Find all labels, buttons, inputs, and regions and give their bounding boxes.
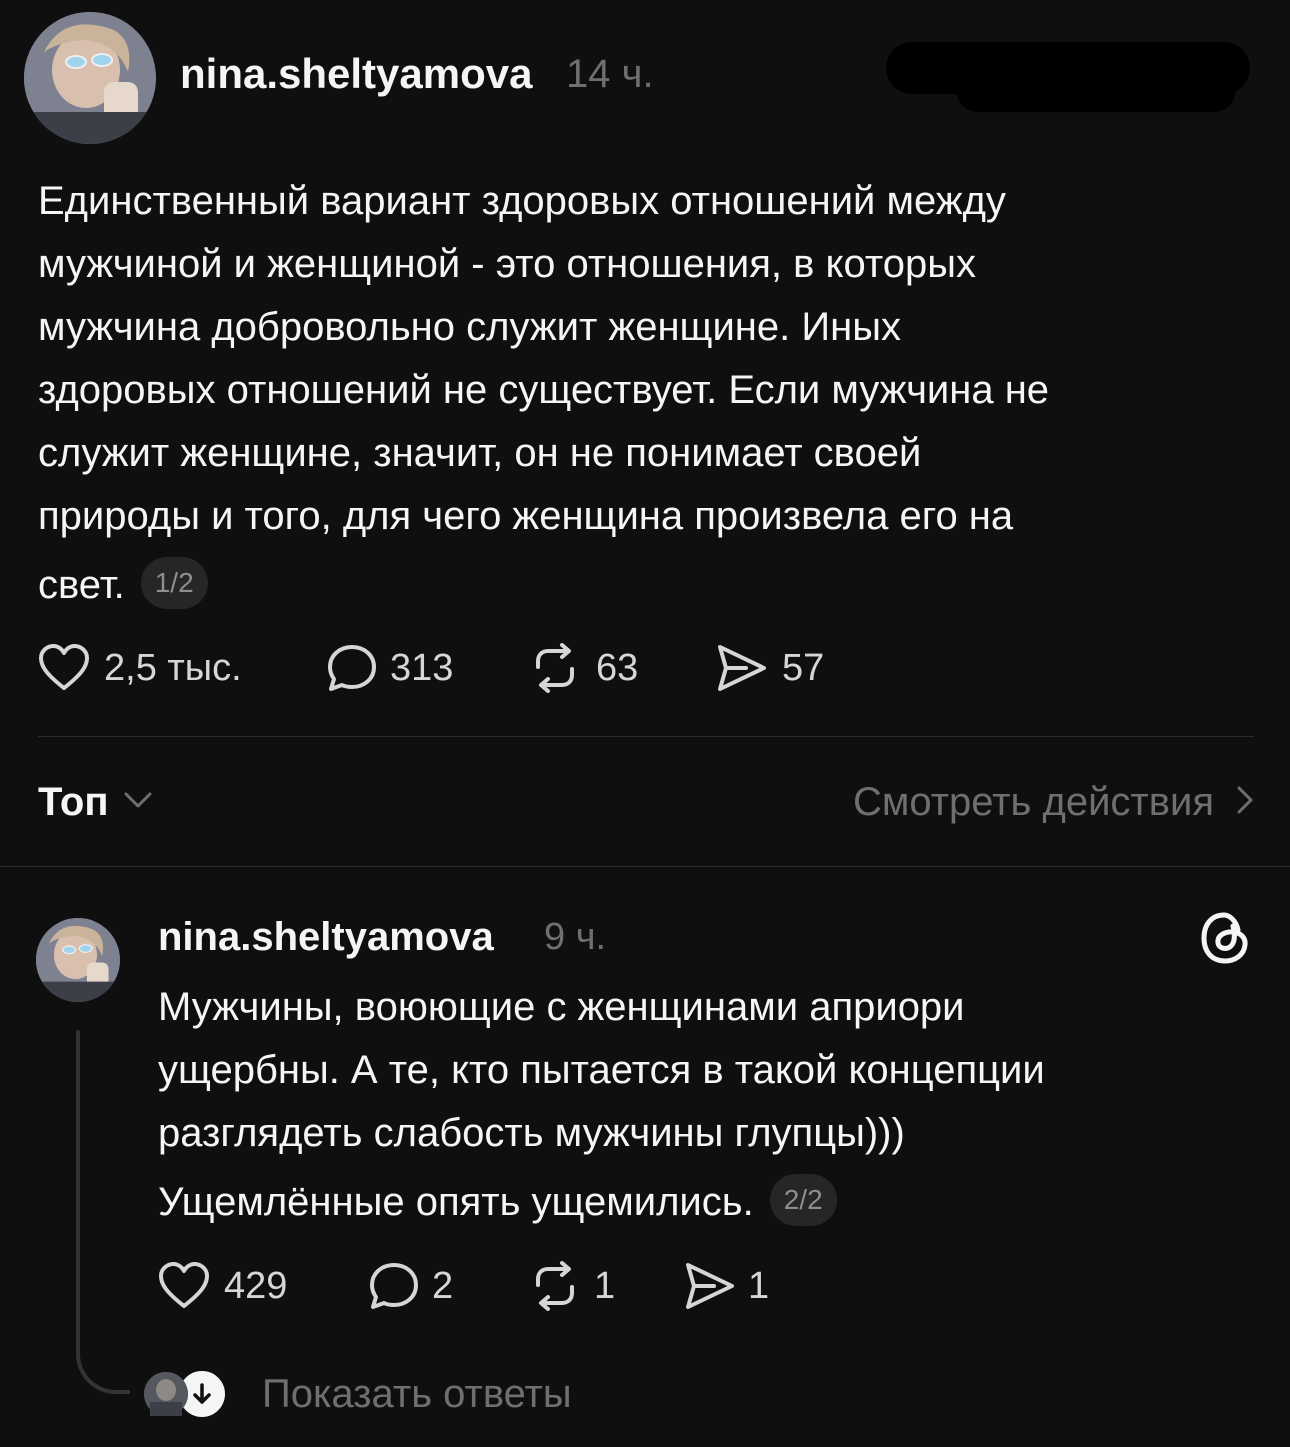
reply-repost-count: 1 [594,1264,616,1307]
view-activity-label: Смотреть действия [852,779,1214,824]
repost-count: 63 [596,646,639,689]
sort-label: Топ [38,779,109,824]
share-button[interactable]: 57 [716,642,824,694]
post-body-line: служит женщине, значит, он не понимает с… [38,431,922,475]
comment-icon [368,1261,420,1311]
reply-like-button[interactable]: 429 [158,1260,287,1312]
comment-count: 313 [390,646,454,689]
post-username[interactable]: nina.sheltyamova [180,48,532,100]
view-activity-link[interactable]: Смотреть действия [853,776,1254,828]
reply-comment-button[interactable]: 2 [368,1260,453,1312]
post-body-line: природы и того, для чего женщина произве… [38,494,1014,538]
redacted-area-lower [956,66,1236,112]
reply-time: 9 ч. [544,916,607,958]
post-time: 14 ч. [566,52,654,96]
post-body-line: здоровых отношений не существует. Если м… [38,368,1050,412]
reply-username[interactable]: nina.sheltyamova [158,912,494,962]
comment-icon [326,643,378,693]
post-avatar[interactable] [24,12,156,144]
reply-body: Мужчины, воюющие с женщинами априори уще… [158,976,1258,1234]
threads-logo-icon[interactable] [1198,910,1252,966]
share-icon [716,643,768,693]
reply-share-button[interactable]: 1 [684,1260,769,1312]
reply-comment-count: 2 [432,1264,454,1307]
thread-line-curve [76,1320,130,1394]
section-divider [0,866,1290,867]
heart-icon [38,644,90,692]
share-icon [684,1261,736,1311]
comment-button[interactable]: 313 [326,642,453,694]
repost-icon [528,643,582,693]
show-replies-label: Показать ответы [262,1371,572,1416]
like-count: 2,5 тыс. [104,646,242,689]
heart-icon [158,1262,210,1310]
like-button[interactable]: 2,5 тыс. [38,642,242,694]
reply-body-last-line: Ущемлённые опять ущемились. [158,1180,754,1224]
share-count: 57 [782,646,825,689]
reply-body-line: Мужчины, воюющие с женщинами априори [158,985,965,1029]
post-body-last-line: свет. [38,563,125,607]
post-body: Единственный вариант здоровых отношений … [38,170,1258,617]
post-counter-badge: 1/2 [140,557,208,610]
reply-repost-button[interactable]: 1 [528,1260,615,1312]
chevron-down-icon [123,790,153,815]
reply-avatar[interactable] [36,918,120,1002]
reply-body-line: ущербны. А те, кто пытается в такой конц… [158,1048,1045,1092]
reply-body-line: разглядеть слабость мужчины глупцы))) [158,1111,905,1155]
repost-icon [528,1261,582,1311]
chevron-right-icon [1236,785,1254,820]
reply-avatar-small [144,1372,188,1416]
thread-line [76,1030,80,1350]
actions-divider [38,736,1254,737]
reply-like-count: 429 [224,1264,288,1307]
post-body-line: мужчина добровольно служит женщине. Иных [38,305,901,349]
sort-dropdown[interactable]: Топ [38,776,153,828]
post-body-line: Единственный вариант здоровых отношений … [38,179,1006,223]
reply-share-count: 1 [748,1264,770,1307]
reply-counter-badge: 2/2 [769,1174,837,1227]
repost-button[interactable]: 63 [528,642,638,694]
show-replies-button[interactable]: Показать ответы [144,1366,572,1422]
post-body-line: мужчиной и женщиной - это отношения, в к… [38,242,976,286]
